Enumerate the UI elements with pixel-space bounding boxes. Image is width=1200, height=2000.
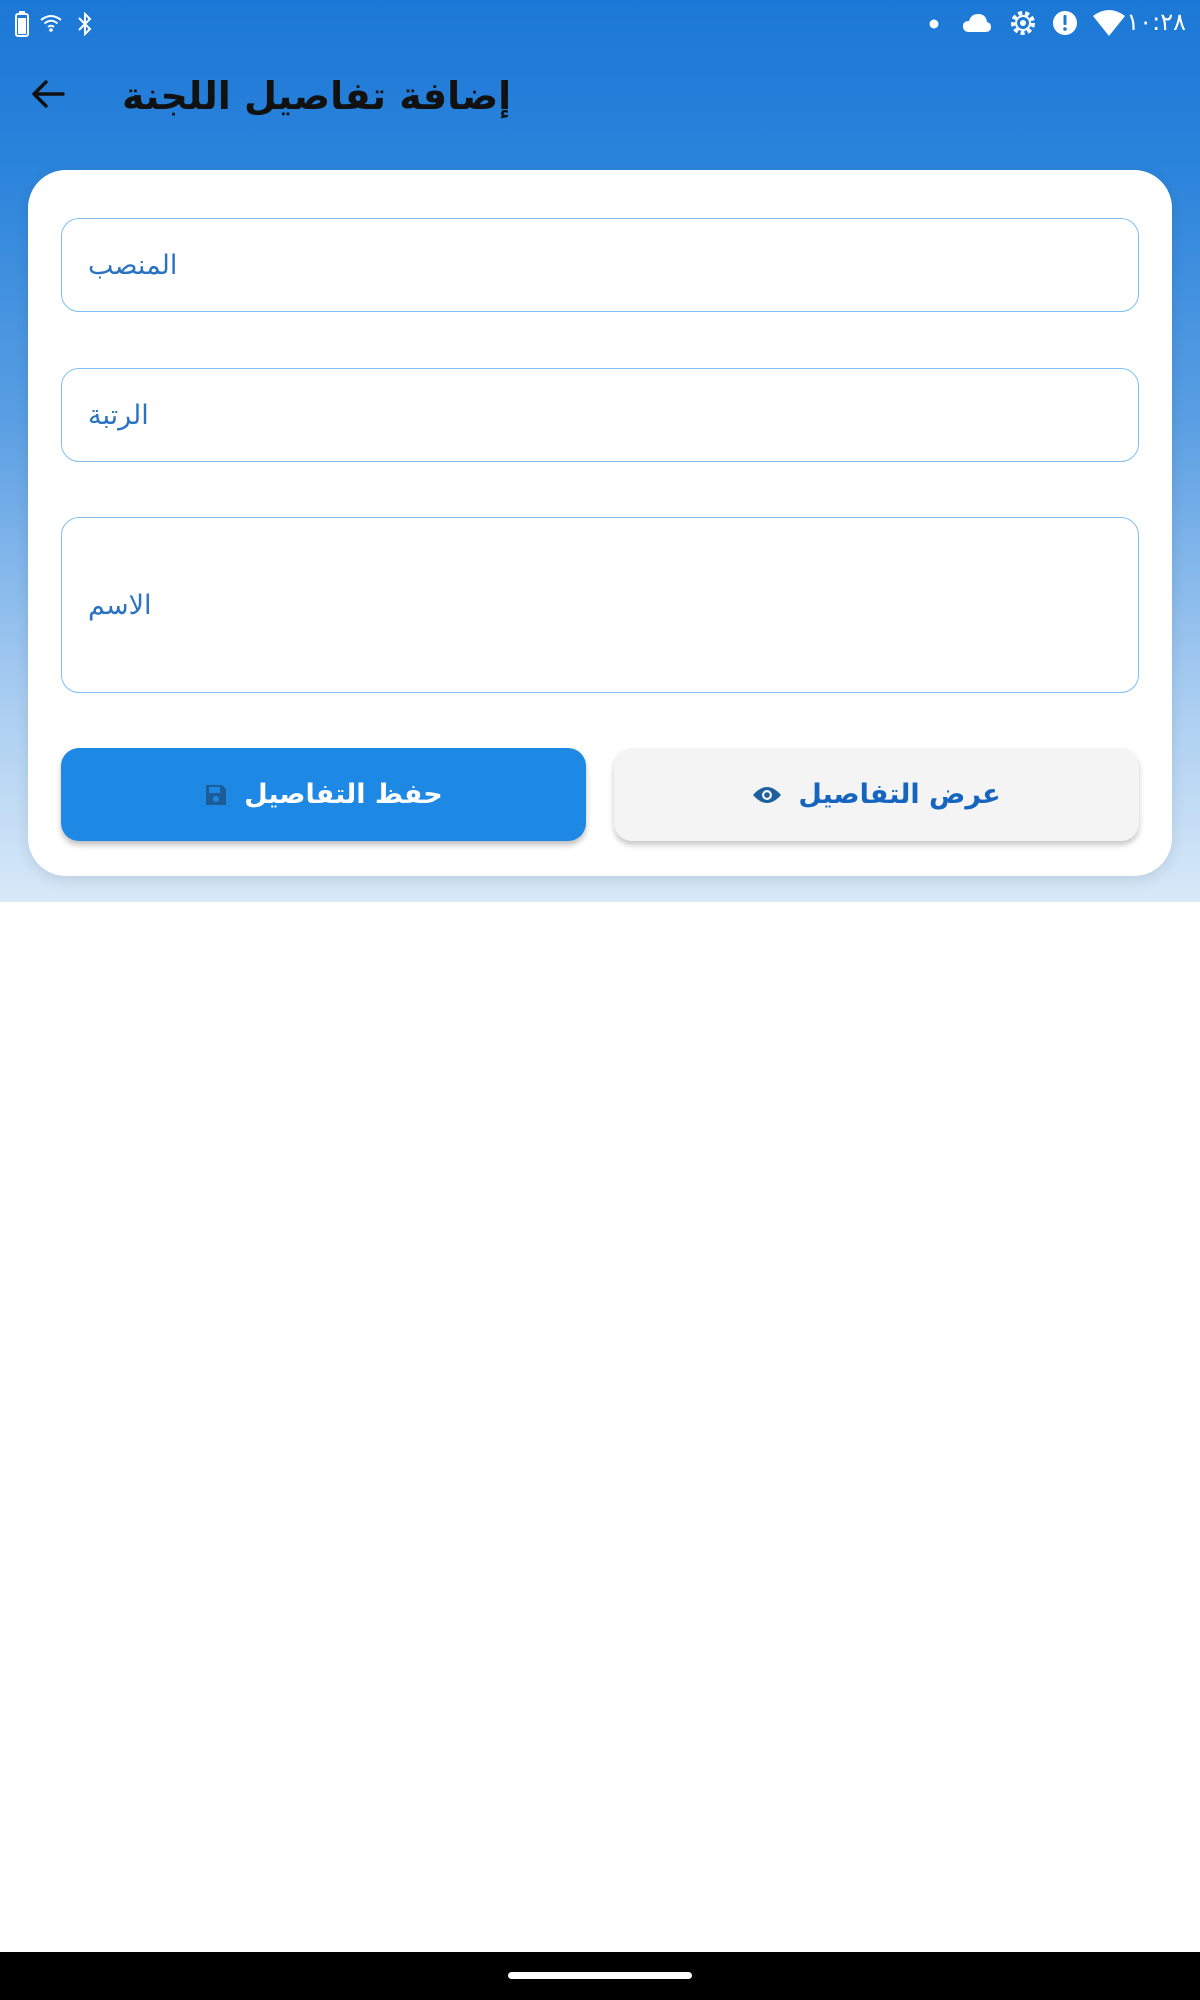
settings-gear-icon [1011, 11, 1035, 35]
position-input[interactable] [88, 249, 1112, 281]
eye-icon [752, 785, 782, 805]
navigation-bar [0, 1952, 1200, 2000]
bluetooth-icon [78, 11, 92, 37]
status-time: ١٠:٢٨ [1126, 8, 1186, 36]
rank-field[interactable] [61, 368, 1139, 462]
name-input[interactable] [88, 589, 1112, 621]
view-details-button[interactable]: عرض التفاصيل [614, 748, 1139, 841]
rank-input[interactable] [88, 399, 1112, 431]
save-details-label: حفظ التفاصيل [244, 779, 443, 810]
save-details-button[interactable]: حفظ التفاصيل [61, 748, 586, 841]
save-icon [204, 783, 228, 807]
wifi-small-icon [40, 15, 62, 32]
wifi-icon [1093, 10, 1125, 36]
arrow-back-icon [32, 80, 65, 108]
name-field[interactable] [61, 517, 1139, 693]
app-bar: إضافة تفاصيل اللجنة [0, 48, 1200, 144]
page-title: إضافة تفاصيل اللجنة [122, 74, 512, 118]
cloud-icon [963, 14, 991, 32]
battery-icon [15, 11, 29, 37]
back-button[interactable] [22, 68, 74, 120]
alert-icon [1053, 11, 1077, 35]
status-bar: ١٠:٢٨ [0, 0, 1200, 48]
dot-icon [929, 19, 939, 29]
view-details-label: عرض التفاصيل [798, 779, 1001, 810]
position-field[interactable] [61, 218, 1139, 312]
form-card: عرض التفاصيل حفظ التفاصيل [28, 170, 1172, 876]
home-gesture-handle[interactable] [508, 1972, 692, 1979]
